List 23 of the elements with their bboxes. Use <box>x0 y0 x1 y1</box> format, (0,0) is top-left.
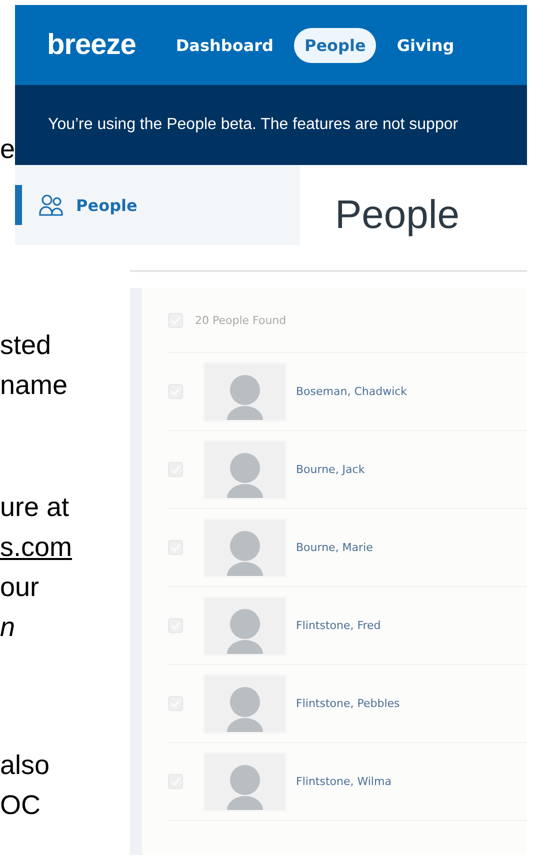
nav-tab[interactable]: Giving <box>386 28 464 62</box>
document-text: sted <box>0 329 52 362</box>
document-text: n <box>0 611 16 644</box>
nav-tab[interactable]: People <box>294 28 376 62</box>
link[interactable]: s.com <box>0 527 72 567</box>
results-count: 20 People Found <box>195 314 286 326</box>
person-name-link[interactable]: Flintstone, Pebbles <box>296 697 400 710</box>
person-name-link[interactable]: Bourne, Marie <box>296 541 373 554</box>
beta-banner-text: You’re using the People beta. The features are not suppor <box>48 116 458 134</box>
person-name-link[interactable]: Bourne, Jack <box>296 463 365 476</box>
document-text: our <box>0 571 40 604</box>
document-text: OC <box>0 789 40 822</box>
document-text: also <box>0 749 50 782</box>
person-name-link[interactable]: Boseman, Chadwick <box>296 385 408 398</box>
breeze-logo[interactable]: breeze <box>47 28 136 62</box>
people-icon <box>38 193 64 217</box>
page-title: People <box>335 192 460 239</box>
nav-tab[interactable]: Dashboard <box>166 28 284 62</box>
document-text: name <box>0 369 68 402</box>
document-text: e <box>0 133 15 166</box>
document-text: ure at <box>0 491 70 524</box>
person-name-link[interactable]: Flintstone, Fred <box>296 619 381 632</box>
person-name-link[interactable]: Flintstone, Wilma <box>296 775 392 788</box>
